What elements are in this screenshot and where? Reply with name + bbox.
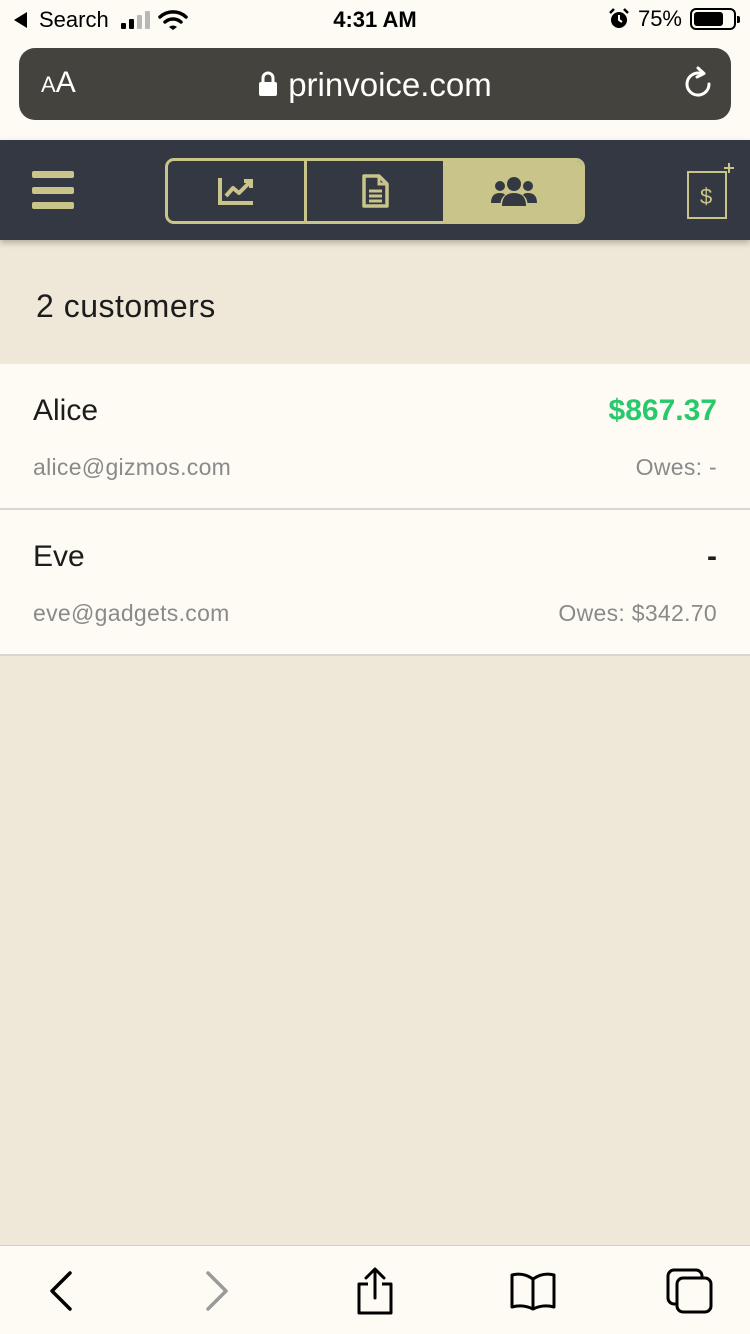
customer-paid-amount: - <box>707 540 717 573</box>
tab-invoices[interactable] <box>304 161 443 221</box>
customer-owes: Owes: - <box>635 454 717 480</box>
back-icon <box>50 1271 72 1311</box>
customer-list: Alice $867.37 alice@gizmos.com Owes: - E… <box>0 364 750 656</box>
chart-icon <box>218 178 253 205</box>
view-switcher <box>165 158 585 224</box>
customer-name: Eve <box>33 540 85 573</box>
alarm-icon <box>609 8 629 28</box>
url-display[interactable]: prinvoice.com <box>19 66 731 104</box>
address-bar[interactable]: AA prinvoice.com <box>19 48 731 120</box>
forward-icon <box>206 1271 228 1311</box>
customer-name: Alice <box>33 394 99 427</box>
menu-icon[interactable] <box>32 171 74 209</box>
tabs-button[interactable] <box>660 1266 720 1316</box>
document-icon <box>362 174 389 208</box>
bookmarks-icon <box>510 1272 556 1311</box>
tab-dashboard[interactable] <box>168 161 304 221</box>
bookmarks-button[interactable] <box>503 1266 563 1316</box>
status-bar: Search 4:31 AM 75% <box>0 0 750 40</box>
customer-email: eve@gadgets.com <box>33 600 230 626</box>
customer-row[interactable]: Eve - eve@gadgets.com Owes: $342.70 <box>0 510 750 656</box>
reload-icon[interactable] <box>681 66 715 102</box>
customer-count-section: 2 customers <box>0 244 750 364</box>
customer-email: alice@gizmos.com <box>33 454 232 480</box>
customer-row[interactable]: Alice $867.37 alice@gizmos.com Owes: - <box>0 364 750 510</box>
back-button[interactable] <box>31 1266 91 1316</box>
users-icon <box>491 177 537 206</box>
browser-toolbar <box>0 1245 750 1334</box>
customer-owes: Owes: $342.70 <box>558 600 717 626</box>
url-text: prinvoice.com <box>288 66 492 103</box>
status-right: 75% <box>608 6 740 32</box>
browser-address-area: AA prinvoice.com <box>0 40 750 140</box>
battery-icon <box>690 8 740 30</box>
customer-count: 2 customers <box>36 288 216 324</box>
customer-paid-amount: $867.37 <box>608 394 717 427</box>
new-invoice-button[interactable]: $ <box>686 162 734 225</box>
app-header: $ <box>0 140 750 240</box>
lock-icon <box>259 71 278 97</box>
tabs-icon <box>666 1268 713 1314</box>
new-invoice-symbol: $ <box>700 184 713 209</box>
battery-level <box>694 12 723 26</box>
share-icon <box>357 1267 393 1315</box>
share-button[interactable] <box>345 1266 405 1316</box>
battery-percent: 75% <box>637 6 682 31</box>
forward-button[interactable] <box>187 1266 247 1316</box>
tab-customers[interactable] <box>443 161 582 221</box>
